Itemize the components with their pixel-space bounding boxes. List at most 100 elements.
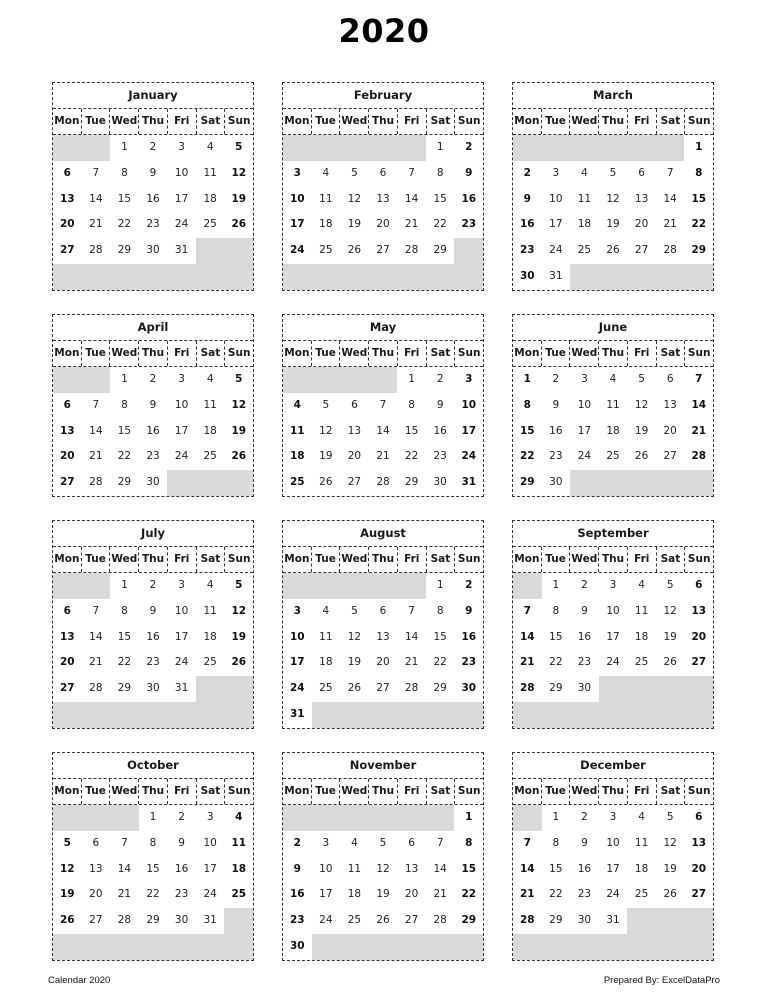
empty-day-cell	[81, 135, 111, 161]
day-cell: 1	[121, 141, 128, 153]
day-cell: 27	[404, 914, 419, 927]
day-cell: 13	[634, 192, 649, 205]
month-october: October Mon Tue Wed Thu Fri Sat Sun 1 2 3 4 5 6 7 8 9 10 1…	[52, 752, 254, 961]
day-cell: 26	[319, 476, 333, 489]
day-cell: 17	[174, 192, 189, 205]
weekday-header: Mon	[53, 109, 82, 134]
week-row: 1 2 3 4 5 6	[513, 805, 713, 831]
weekday-header: Wed	[570, 109, 600, 134]
day-cell: 31	[606, 914, 620, 927]
empty-day-cell	[627, 933, 656, 960]
day-cell: 1	[121, 373, 128, 385]
day-cell: 19	[231, 424, 247, 437]
empty-day-cell	[684, 933, 714, 960]
month-name: October	[53, 753, 253, 779]
weekday-header: Thu	[369, 779, 398, 804]
day-cell: 21	[89, 450, 103, 463]
day-cell: 22	[691, 218, 707, 231]
day-cell: 7	[523, 604, 531, 617]
weekday-header: Wed	[340, 547, 370, 572]
day-cell: 6	[63, 166, 71, 179]
day-cell: 10	[461, 398, 477, 411]
weekday-header-row: Mon Tue Wed Thu Fri Sat Sun	[513, 109, 713, 135]
day-cell: 27	[347, 476, 362, 489]
day-cell: 12	[319, 424, 333, 437]
day-cell: 25	[606, 450, 620, 463]
week-row: 31	[283, 701, 484, 728]
day-cell: 25	[203, 656, 217, 669]
day-cell: 18	[203, 630, 217, 643]
day-cell: 15	[549, 630, 563, 643]
day-cell: 22	[461, 888, 477, 901]
day-cell: 2	[178, 811, 185, 823]
weekday-header-row: Mon Tue Wed Thu Fri Sat Sun	[513, 779, 713, 805]
day-cell: 15	[117, 630, 132, 643]
day-cell: 22	[433, 656, 447, 669]
empty-day-cell	[195, 676, 225, 702]
weekday-header: Wed	[110, 109, 140, 134]
day-cell: 4	[351, 836, 358, 849]
day-cell: 29	[433, 244, 447, 257]
day-cell: 4	[206, 579, 214, 591]
week-row: 7 8 9 10 11 12 13	[513, 831, 713, 857]
day-cell: 27	[59, 476, 75, 489]
day-cell: 2	[552, 373, 560, 385]
weekday-header: Wed	[570, 779, 600, 804]
empty-day-cell	[627, 135, 656, 161]
day-cell: 10	[606, 836, 620, 849]
empty-day-cell	[627, 701, 656, 728]
day-cell: 7	[408, 604, 415, 617]
empty-day-cell	[598, 933, 628, 960]
week-row	[513, 933, 714, 960]
month-april: April Mon Tue Wed Thu Fri Sat Sun 1 2 3 4 5 6 7 8 9 10 11 1…	[52, 314, 254, 497]
day-cell: 3	[293, 166, 301, 179]
day-cell: 26	[663, 888, 677, 901]
weekday-header: Sat	[427, 779, 456, 804]
day-cell: 24	[174, 450, 189, 463]
day-cell: 6	[666, 373, 674, 385]
weekday-header: Thu	[139, 547, 168, 572]
day-cell: 15	[433, 630, 447, 643]
weekday-header: Sun	[687, 115, 711, 127]
empty-day-cell	[167, 263, 196, 290]
week-row: 16 17 18 19 20 21 22	[283, 882, 483, 908]
empty-day-cell	[311, 933, 341, 960]
day-cell: 24	[289, 244, 305, 257]
empty-day-cell	[283, 367, 312, 393]
day-cell: 21	[691, 424, 707, 437]
day-cell: 12	[376, 862, 390, 875]
day-cell: 30	[519, 269, 535, 282]
day-cell: 16	[146, 424, 160, 437]
day-cell: 20	[376, 218, 390, 231]
day-cell: 13	[376, 630, 390, 643]
week-row	[513, 701, 714, 728]
day-cell: 16	[577, 630, 592, 643]
empty-day-cell	[541, 701, 571, 728]
week-row: 19 20 21 22 23 24 25	[53, 882, 253, 908]
day-cell: 27	[634, 244, 649, 257]
empty-day-cell	[167, 933, 196, 960]
weekday-header: Wed	[340, 341, 370, 366]
day-cell: 29	[519, 476, 535, 489]
day-cell: 23	[289, 914, 305, 927]
day-cell: 20	[376, 656, 390, 669]
day-cell: 5	[379, 836, 387, 849]
empty-day-cell	[570, 470, 599, 496]
day-cell: 8	[523, 398, 531, 411]
day-cell: 6	[408, 836, 415, 849]
day-cell: 16	[461, 630, 477, 643]
day-cell: 1	[149, 811, 157, 823]
empty-day-cell	[513, 135, 542, 161]
day-cell: 22	[519, 450, 535, 463]
day-cell: 31	[174, 682, 189, 695]
weekday-header: Fri	[628, 779, 657, 804]
day-cell: 17	[289, 218, 305, 231]
day-cell: 9	[581, 604, 588, 617]
day-cell: 15	[146, 862, 160, 875]
day-cell: 13	[376, 192, 390, 205]
day-cell: 14	[89, 192, 103, 205]
day-cell: 3	[609, 811, 617, 823]
empty-day-cell	[195, 701, 225, 728]
month-name: January	[53, 83, 253, 109]
day-cell: 7	[92, 398, 100, 411]
